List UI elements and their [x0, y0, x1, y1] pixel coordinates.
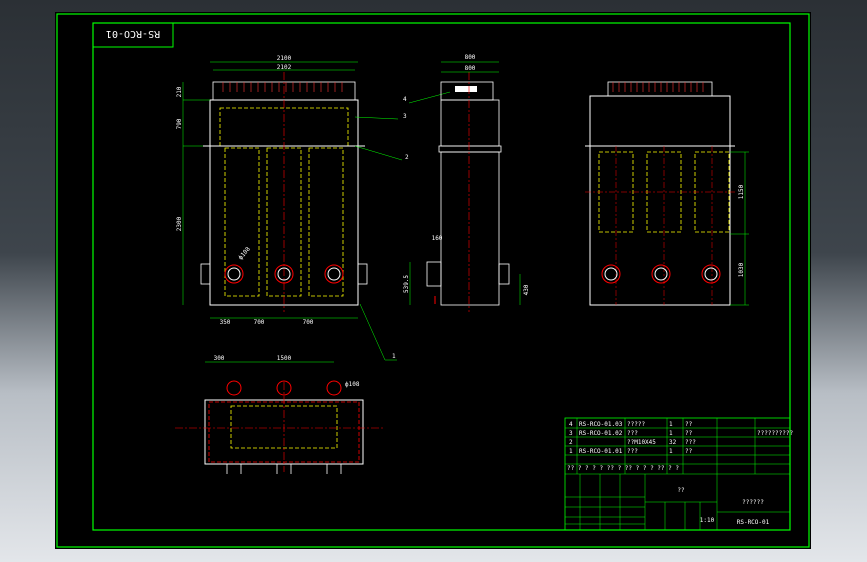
title-block-cell-qty: 32 — [669, 439, 677, 446]
title-block-scale: 1:10 — [700, 517, 715, 524]
title-block-cell-note: ?? — [685, 421, 693, 428]
cad-window: RS-RCO-01 2100 2102 210 790 2300 350 700… — [0, 0, 867, 562]
title-block-cell-qty: 1 — [669, 421, 673, 428]
title-block-header: ?? ? ? ? ? ?? ? ?? ? ? ? ?? ? ? — [567, 465, 679, 472]
side-top-fins — [455, 86, 477, 92]
dim-front-h1: 210 — [176, 86, 183, 97]
title-block-cell-note: ?? — [685, 430, 693, 437]
outer-frame — [56, 13, 810, 548]
title-block-cell-qty: 1 — [669, 448, 673, 455]
dim-right-upper: 1150 — [738, 184, 745, 199]
front-right-stub — [357, 263, 368, 285]
bottom-view: 300 1500 ф108 — [175, 355, 385, 474]
title-block-cell-extra: ?????????? — [757, 430, 794, 437]
dim-front-pipe: ф108 — [237, 245, 252, 261]
front-fins — [222, 82, 343, 92]
dim-right-lower: 1030 — [738, 262, 745, 277]
callout-4: 4 — [403, 96, 407, 103]
drawing-svg: RS-RCO-01 2100 2102 210 790 2300 350 700… — [56, 13, 810, 548]
title-block-cell-name: ??M10X45 — [627, 439, 656, 446]
right-body — [589, 95, 731, 306]
right-fins — [612, 82, 704, 92]
dim-side-right-h: 430 — [523, 284, 530, 295]
drawing-canvas[interactable]: RS-RCO-01 2100 2102 210 790 2300 350 700… — [55, 12, 811, 549]
right-view: 1150 1030 — [585, 81, 749, 306]
side-view: 800 800 160 539.5 430 — [403, 54, 530, 312]
dim-side-top1: 800 — [465, 54, 476, 61]
title-block-cell-qty: 1 — [669, 430, 673, 437]
side-nozzle — [426, 261, 442, 287]
callout-2: 2 — [405, 154, 409, 161]
right-nozzles — [601, 264, 721, 284]
title-block-cell-no: 3 — [569, 430, 573, 437]
front-chamber-3 — [308, 147, 344, 297]
title-block-cell-no: 2 — [569, 439, 573, 446]
dim-front-d1: 350 — [220, 319, 231, 326]
code-label: RS-RCO-01 — [106, 28, 160, 39]
side-rear-stub — [498, 263, 510, 285]
title-block-cell-name: ??? — [627, 430, 638, 437]
dim-front-inner-width: 2102 — [277, 64, 292, 71]
dim-bottom-span: 1500 — [277, 355, 292, 362]
title-block-cell-code: RS-RCO-01.02 — [579, 430, 623, 437]
title-block: 4 RS-RCO-01.03????? 1 ?? 3 RS-RCO-01.02??? 1??… — [564, 417, 794, 531]
title-block-cell-note: ??? — [685, 439, 696, 446]
title-block-cell-note: ?? — [685, 448, 693, 455]
title-block-center-label: ?? — [677, 487, 685, 494]
title-block-cell-code: RS-RCO-01.01 — [579, 448, 623, 455]
callout-3: 3 — [403, 113, 407, 120]
code-label-box: RS-RCO-01 — [92, 22, 174, 48]
callout-1: 1 — [392, 353, 396, 360]
dim-front-h3: 2300 — [176, 216, 183, 231]
title-block-cell-code: RS-RCO-01.03 — [579, 421, 623, 428]
front-left-stub — [200, 263, 211, 285]
dim-side-top2: 800 — [465, 65, 476, 72]
front-dimension-lines — [182, 61, 403, 361]
dim-front-total-width: 2100 — [277, 55, 292, 62]
dim-side-left-h: 539.5 — [403, 275, 410, 293]
title-block-rows: 4 RS-RCO-01.03????? 1 ?? 3 RS-RCO-01.02??? 1??… — [569, 421, 794, 455]
dim-side-nozzle: 160 — [432, 235, 443, 242]
dim-bottom-left: 300 — [214, 355, 225, 362]
front-hidden-top — [219, 107, 349, 147]
title-block-cell-no: 1 — [569, 448, 573, 455]
dim-bottom-pipe: ф108 — [345, 381, 360, 388]
dim-front-d2: 700 — [254, 319, 265, 326]
title-block-right-label: ?????? — [742, 499, 764, 506]
title-block-drawing-number: RS-RCO-01 — [737, 519, 770, 526]
title-block-cell-name: ????? — [627, 421, 645, 428]
front-view: 2100 2102 210 790 2300 350 700 700 ф108 … — [176, 55, 409, 361]
title-block-cell-name: ??? — [627, 448, 638, 455]
side-flange — [438, 145, 502, 153]
right-dimension-lines — [730, 151, 749, 306]
dim-front-h2: 790 — [176, 118, 183, 129]
right-top-plate — [607, 81, 713, 97]
title-block-cell-no: 4 — [569, 421, 573, 428]
side-lower-body — [440, 151, 500, 306]
dim-front-d3: 700 — [303, 319, 314, 326]
side-upper-body — [440, 99, 500, 147]
front-chamber-1 — [224, 147, 260, 297]
